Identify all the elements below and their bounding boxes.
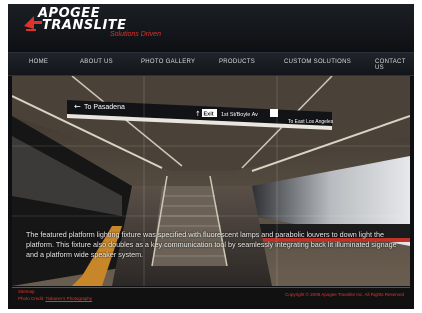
site-header: APOGEE TRANSLITE Solutions Driven	[8, 4, 414, 50]
nav-home[interactable]: HOME	[29, 59, 48, 65]
accessibility-icon	[270, 109, 278, 117]
nav-custom-solutions[interactable]: CUSTOM SOLUTIONS	[284, 59, 351, 65]
photo-credit-prefix: Photo Credit:	[18, 296, 45, 301]
sign-exit-street: 1st St/Boyle Av	[221, 112, 258, 118]
page-frame: APOGEE TRANSLITE Solutions Driven HOME A…	[8, 4, 414, 309]
photo-credit-link[interactable]: Tiskarev's Photography	[45, 296, 92, 301]
main-nav: HOME ABOUT US PHOTO GALLERY PRODUCTS CUS…	[8, 52, 414, 76]
nav-about-us[interactable]: ABOUT US	[80, 59, 113, 65]
hero-photo: To Pasadena ← ↑ Exit 1st St/Boyle Av To …	[12, 76, 410, 286]
copyright: Copyright © 2009 Apogee Translite Inc. A…	[285, 292, 404, 297]
photo-caption: The featured platform lighting fixture w…	[26, 230, 397, 259]
sign-exit-label: Exit	[204, 112, 214, 118]
sign-direction: To Pasadena	[84, 104, 125, 111]
logo[interactable]: APOGEE TRANSLITE	[38, 7, 127, 32]
up-arrow-icon: ↑	[195, 110, 201, 118]
site-footer: Sitemap Photo Credit: Tiskarev's Photogr…	[12, 287, 410, 306]
left-arrow-icon: ←	[74, 102, 81, 111]
sitemap-link[interactable]: Sitemap	[18, 289, 35, 294]
nav-contact-us[interactable]: CONTACT US	[375, 59, 414, 71]
sign-east: To East Los Angeles	[288, 119, 334, 125]
nav-photo-gallery[interactable]: PHOTO GALLERY	[141, 59, 195, 65]
nav-products[interactable]: PRODUCTS	[219, 59, 255, 65]
logo-tagline: Solutions Driven	[110, 31, 161, 38]
photo-credit: Photo Credit: Tiskarev's Photography	[18, 296, 92, 301]
